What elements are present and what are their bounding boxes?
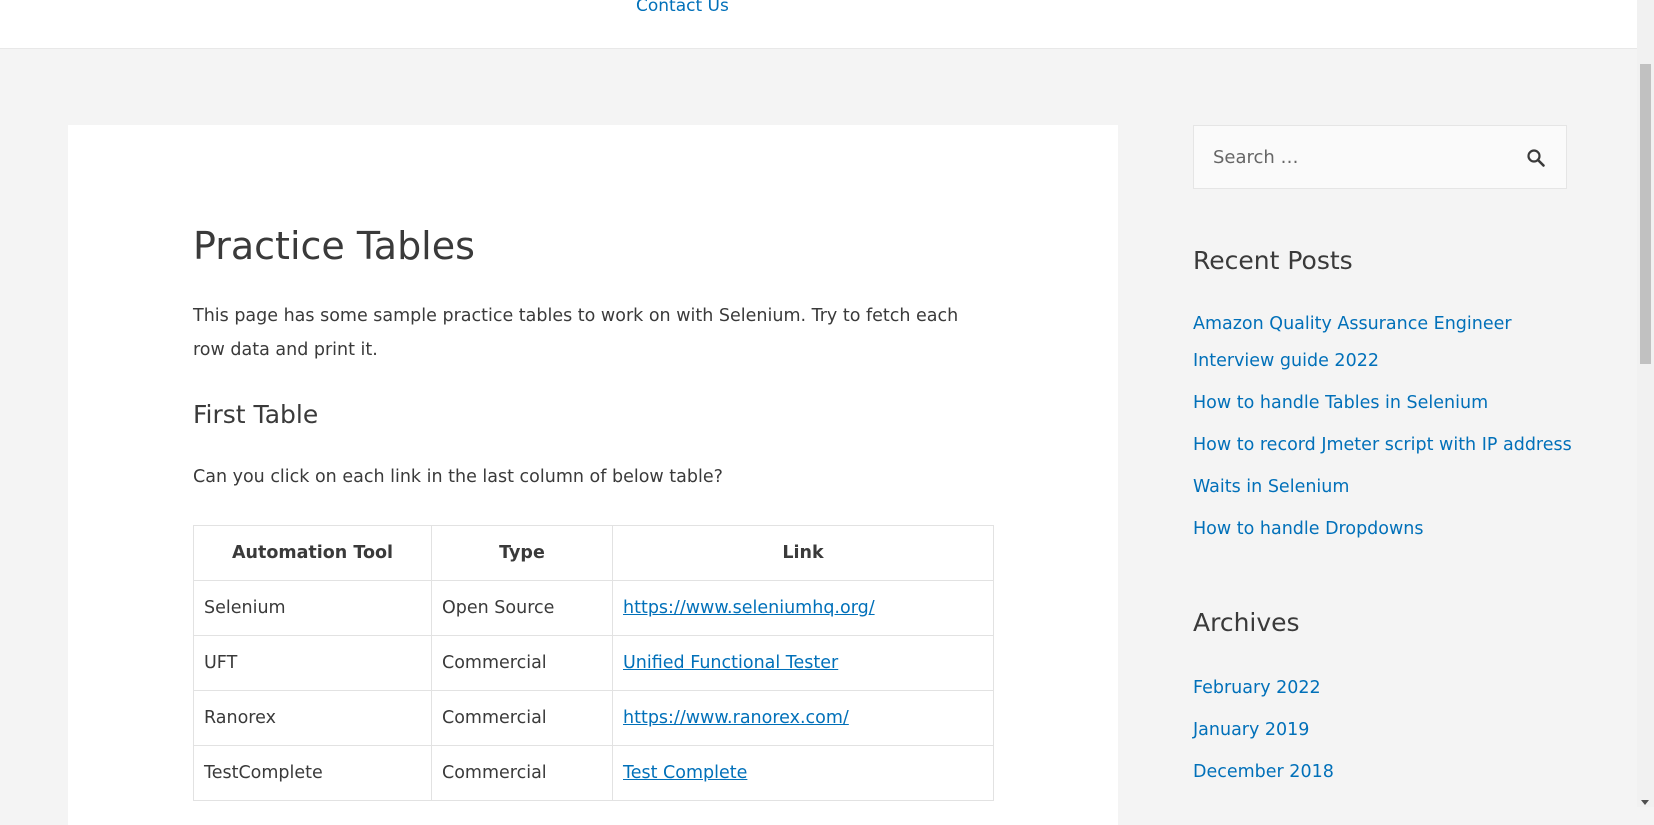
list-item: Amazon Quality Assurance Engineer Interv… xyxy=(1193,306,1573,380)
table-cell-type: Commercial xyxy=(431,635,613,691)
table-cell-link: https://www.ranorex.com/ xyxy=(612,690,994,746)
table-cell-type: Commercial xyxy=(431,745,613,801)
search-icon[interactable] xyxy=(1526,148,1546,168)
table-cell-link: Unified Functional Tester xyxy=(612,635,994,691)
table-link[interactable]: Test Complete xyxy=(623,763,747,783)
page-scrollbar[interactable] xyxy=(1637,0,1654,807)
table-row: Ranorex Commercial https://www.ranorex.c… xyxy=(193,690,994,746)
table-header-row: Automation Tool Type Link xyxy=(193,525,994,581)
recent-post-link[interactable]: How to record Jmeter script with IP addr… xyxy=(1193,435,1572,455)
archives-title: Archives xyxy=(1193,608,1300,637)
table-cell-tool: UFT xyxy=(193,635,432,691)
search-input[interactable] xyxy=(1194,126,1533,188)
list-item: Waits in Selenium xyxy=(1193,469,1573,506)
table-row: UFT Commercial Unified Functional Tester xyxy=(193,635,994,691)
list-item: How to handle Tables in Selenium xyxy=(1193,385,1573,422)
recent-posts-title: Recent Posts xyxy=(1193,246,1353,275)
column-header-automation-tool: Automation Tool xyxy=(193,525,432,581)
section-title-first-table: First Table xyxy=(193,400,319,429)
intro-paragraph: This page has some sample practice table… xyxy=(193,306,959,360)
table-cell-type: Open Source xyxy=(431,580,613,636)
list-item: How to record Jmeter script with IP addr… xyxy=(1193,427,1573,464)
recent-post-link[interactable]: How to handle Dropdowns xyxy=(1193,519,1424,539)
table-cell-link: https://www.seleniumhq.org/ xyxy=(612,580,994,636)
nav-link-contact-us[interactable]: Contact Us xyxy=(636,0,729,18)
page-title: Practice Tables xyxy=(193,224,475,268)
scroll-down-arrow-icon[interactable] xyxy=(1641,800,1649,805)
list-item: February 2022 xyxy=(1193,669,1573,707)
list-item: How to handle Dropdowns xyxy=(1193,511,1573,548)
table-link[interactable]: Unified Functional Tester xyxy=(623,653,838,673)
archive-link[interactable]: December 2018 xyxy=(1193,762,1334,782)
top-navigation-bar: Contact Us xyxy=(0,0,1637,49)
table-question-text: Can you click on each link in the last c… xyxy=(193,467,723,487)
table-row: TestComplete Commercial Test Complete xyxy=(193,745,994,801)
table-link[interactable]: https://www.ranorex.com/ xyxy=(623,708,849,728)
automation-tools-table: Automation Tool Type Link Selenium Open … xyxy=(193,525,994,801)
archive-link[interactable]: January 2019 xyxy=(1193,720,1309,740)
recent-post-link[interactable]: How to handle Tables in Selenium xyxy=(1193,393,1488,413)
list-item: January 2019 xyxy=(1193,711,1573,749)
recent-post-link[interactable]: Waits in Selenium xyxy=(1193,477,1349,497)
table-cell-type: Commercial xyxy=(431,690,613,746)
scrollbar-thumb[interactable] xyxy=(1640,64,1651,364)
archives-list: February 2022 January 2019 December 2018 xyxy=(1193,669,1573,795)
table-link[interactable]: https://www.seleniumhq.org/ xyxy=(623,598,875,618)
recent-posts-list: Amazon Quality Assurance Engineer Interv… xyxy=(1193,306,1573,553)
table-cell-tool: Selenium xyxy=(193,580,432,636)
column-header-type: Type xyxy=(431,525,613,581)
column-header-link: Link xyxy=(612,525,994,581)
recent-post-link[interactable]: Amazon Quality Assurance Engineer Interv… xyxy=(1193,314,1512,371)
sidebar-search-form xyxy=(1193,125,1567,189)
table-cell-tool: TestComplete xyxy=(193,745,432,801)
table-row: Selenium Open Source https://www.seleniu… xyxy=(193,580,994,636)
list-item: December 2018 xyxy=(1193,753,1573,791)
table-cell-link: Test Complete xyxy=(612,745,994,801)
table-cell-tool: Ranorex xyxy=(193,690,432,746)
archive-link[interactable]: February 2022 xyxy=(1193,678,1321,698)
